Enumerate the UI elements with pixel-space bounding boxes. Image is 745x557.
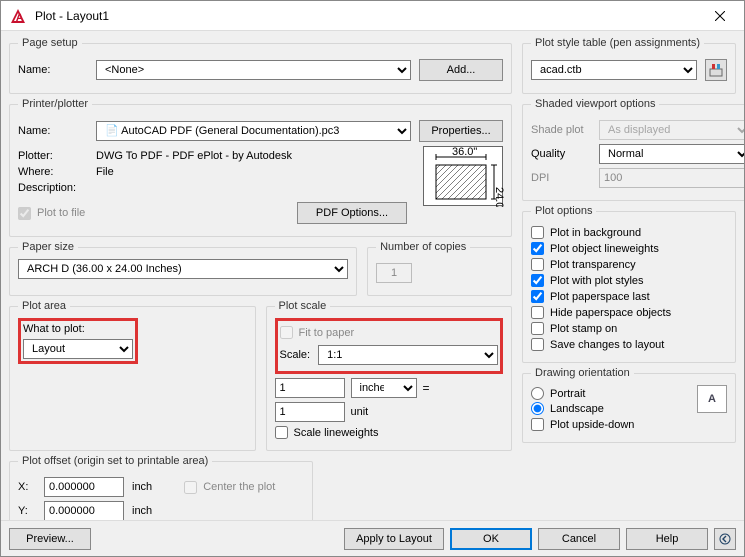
apply-to-layout-button[interactable]: Apply to Layout — [344, 528, 444, 550]
where-value: File — [96, 166, 114, 178]
scale-label: Scale: — [280, 349, 311, 361]
plot-offset-legend: Plot offset (origin set to printable are… — [18, 455, 212, 467]
ok-button[interactable]: OK — [450, 528, 532, 550]
offset-x-label: X: — [18, 481, 36, 493]
plot-area-highlight: What to plot: Layout — [18, 318, 138, 364]
offset-x-unit: inch — [132, 481, 152, 493]
orientation-portrait[interactable]: Portrait — [531, 387, 689, 400]
scale-select[interactable]: 1:1 — [318, 345, 498, 365]
collapse-button[interactable] — [714, 528, 736, 550]
orientation-landscape[interactable]: Landscape — [531, 402, 689, 415]
what-to-plot-label: What to plot: — [23, 323, 133, 335]
center-plot-checkbox: Center the plot — [184, 481, 275, 494]
plot-scale-highlight: Fit to paper Scale: 1:1 — [275, 318, 504, 374]
cancel-button[interactable]: Cancel — [538, 528, 620, 550]
plot-options-legend: Plot options — [531, 205, 596, 217]
plot-scale-group: Plot scale Fit to paper Scale: 1:1 inche… — [266, 300, 513, 451]
equals-label: = — [423, 381, 430, 395]
scale-denominator-input[interactable] — [275, 402, 345, 422]
copies-legend: Number of copies — [376, 241, 470, 253]
plot-scale-legend: Plot scale — [275, 300, 331, 312]
opt-transparency[interactable]: Plot transparency — [531, 258, 727, 271]
description-label: Description: — [18, 182, 88, 194]
opt-save-changes[interactable]: Save changes to layout — [531, 338, 727, 351]
offset-x-input[interactable] — [44, 477, 124, 497]
app-icon: A — [7, 5, 29, 27]
plot-offset-group: Plot offset (origin set to printable are… — [9, 455, 313, 520]
plot-style-select[interactable]: acad.ctb — [531, 60, 697, 80]
opt-object-lineweights[interactable]: Plot object lineweights — [531, 242, 727, 255]
orientation-upside-down[interactable]: Plot upside-down — [531, 418, 689, 431]
plotter-label: Plotter: — [18, 150, 88, 162]
dpi-input — [599, 168, 744, 188]
shaded-viewport-group: Shaded viewport options Shade plot As dis… — [522, 98, 744, 201]
scale-unit-label: unit — [351, 406, 369, 418]
paper-size-legend: Paper size — [18, 241, 78, 253]
help-button[interactable]: Help — [626, 528, 708, 550]
printer-properties-button[interactable]: Properties... — [419, 120, 503, 142]
printer-name-label: Name: — [18, 125, 88, 137]
copies-group: Number of copies — [367, 241, 512, 296]
orientation-legend: Drawing orientation — [531, 367, 634, 379]
where-label: Where: — [18, 166, 88, 178]
plot-style-edit-button[interactable] — [705, 59, 727, 81]
copies-input — [376, 263, 412, 283]
preview-width-label: 36.0" — [452, 147, 477, 158]
opt-with-styles[interactable]: Plot with plot styles — [531, 274, 727, 287]
preview-height-label: 24.0" — [493, 187, 504, 207]
page-setup-name-label: Name: — [18, 64, 88, 76]
scale-lineweights-checkbox[interactable]: Scale lineweights — [275, 426, 504, 439]
offset-y-unit: inch — [132, 505, 152, 517]
page-setup-legend: Page setup — [18, 37, 82, 49]
dialog-body: Page setup Name: <None> Add... Printer/p… — [1, 31, 744, 520]
fit-to-paper-checkbox: Fit to paper — [280, 326, 499, 339]
page-setup-add-button[interactable]: Add... — [419, 59, 503, 81]
what-to-plot-select[interactable]: Layout — [23, 339, 133, 359]
scale-unit-select[interactable]: inches — [351, 378, 417, 398]
page-setup-group: Page setup Name: <None> Add... — [9, 37, 512, 94]
opt-stamp-on[interactable]: Plot stamp on — [531, 322, 727, 335]
scale-numerator-input[interactable] — [275, 378, 345, 398]
orientation-group: Drawing orientation Portrait Landscape P… — [522, 367, 736, 443]
offset-y-input[interactable] — [44, 501, 124, 520]
printer-group: Printer/plotter Name: 📄 AutoCAD PDF (Gen… — [9, 98, 512, 237]
paper-preview: 36.0" 24.0" — [423, 146, 503, 206]
plot-area-legend: Plot area — [18, 300, 70, 312]
plotter-value: DWG To PDF - PDF ePlot - by Autodesk — [96, 150, 292, 162]
offset-y-label: Y: — [18, 505, 36, 517]
plot-style-legend: Plot style table (pen assignments) — [531, 37, 704, 49]
quality-select[interactable]: Normal — [599, 144, 744, 164]
orientation-icon: A — [697, 385, 727, 413]
page-setup-name-select[interactable]: <None> — [96, 60, 411, 80]
dialog-footer: Preview... Apply to Layout OK Cancel Hel… — [1, 520, 744, 556]
shade-plot-select: As displayed — [599, 120, 744, 140]
plot-to-file-checkbox: Plot to file — [18, 207, 85, 220]
svg-text:A: A — [16, 12, 24, 24]
plot-options-group: Plot options Plot in background Plot obj… — [522, 205, 736, 363]
paper-size-group: Paper size ARCH D (36.00 x 24.00 Inches) — [9, 241, 357, 296]
plot-dialog: A Plot - Layout1 Page setup Name: <None>… — [0, 0, 745, 557]
opt-plot-background[interactable]: Plot in background — [531, 226, 727, 239]
plot-area-group: Plot area What to plot: Layout — [9, 300, 256, 451]
dpi-label: DPI — [531, 172, 591, 184]
shade-plot-label: Shade plot — [531, 124, 591, 136]
quality-label: Quality — [531, 148, 591, 160]
titlebar: A Plot - Layout1 — [1, 1, 744, 31]
preview-button[interactable]: Preview... — [9, 528, 91, 550]
window-title: Plot - Layout1 — [35, 9, 698, 23]
opt-hide-paperspace[interactable]: Hide paperspace objects — [531, 306, 727, 319]
opt-paperspace-last[interactable]: Plot paperspace last — [531, 290, 727, 303]
paper-size-select[interactable]: ARCH D (36.00 x 24.00 Inches) — [18, 259, 348, 279]
pdf-options-button[interactable]: PDF Options... — [297, 202, 407, 224]
shaded-legend: Shaded viewport options — [531, 98, 659, 110]
printer-name-select[interactable]: 📄 AutoCAD PDF (General Documentation).pc… — [96, 121, 411, 141]
close-button[interactable] — [698, 1, 742, 30]
printer-legend: Printer/plotter — [18, 98, 92, 110]
plot-style-group: Plot style table (pen assignments) acad.… — [522, 37, 736, 94]
